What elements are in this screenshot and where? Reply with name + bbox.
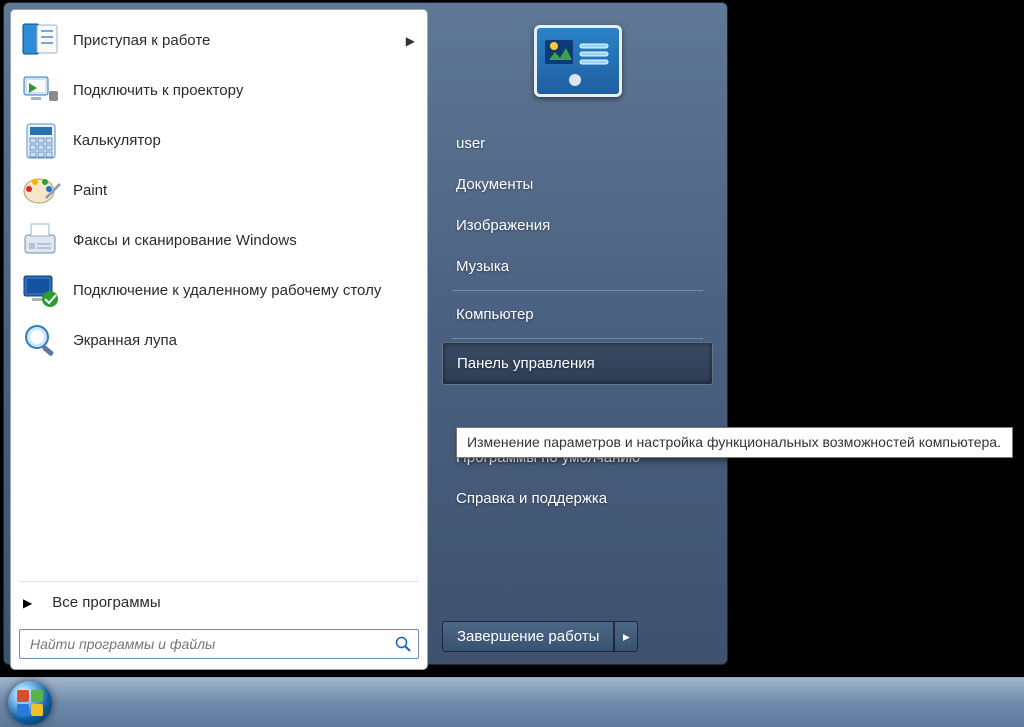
- projector-icon: [21, 71, 61, 111]
- search-input[interactable]: [19, 629, 419, 659]
- separator: [452, 290, 703, 291]
- start-button[interactable]: [8, 681, 52, 725]
- program-label: Экранная лупа: [73, 332, 415, 351]
- user-account-picture[interactable]: [534, 25, 622, 97]
- program-getting-started[interactable]: Приступая к работе ▶: [15, 16, 423, 66]
- tooltip: Изменение параметров и настройка функцио…: [456, 427, 1013, 458]
- submenu-arrow-icon: ▶: [406, 34, 415, 48]
- pictures-link[interactable]: Изображения: [442, 205, 713, 246]
- left-pane: Приступая к работе ▶ Подключить к проект…: [10, 9, 428, 670]
- program-label: Paint: [73, 182, 415, 201]
- remote-desktop-icon: [21, 271, 61, 311]
- program-label: Подключить к проектору: [73, 82, 415, 101]
- program-label: Калькулятор: [73, 132, 415, 151]
- program-label: Подключение к удаленному рабочему столу: [73, 282, 415, 301]
- search-icon: [395, 636, 411, 652]
- fax-scan-icon: [21, 221, 61, 261]
- programs-list: Приступая к работе ▶ Подключить к проект…: [11, 10, 427, 579]
- getting-started-icon: [21, 21, 61, 61]
- separator: [19, 581, 419, 582]
- search-panel: [11, 621, 427, 669]
- shutdown-options-button[interactable]: ▸: [614, 621, 638, 652]
- right-pane: user Документы Изображения Музыка Компью…: [428, 3, 727, 664]
- program-label: Факсы и сканирование Windows: [73, 232, 415, 251]
- program-magnifier[interactable]: Экранная лупа: [15, 316, 423, 366]
- control-panel-link[interactable]: Панель управления: [442, 342, 713, 385]
- program-fax-scan[interactable]: Факсы и сканирование Windows: [15, 216, 423, 266]
- tooltip-text: Изменение параметров и настройка функцио…: [467, 434, 1001, 450]
- separator: [452, 338, 703, 339]
- user-folder-link[interactable]: user: [442, 123, 713, 164]
- help-support-link[interactable]: Справка и поддержка: [442, 478, 713, 519]
- taskbar: [0, 677, 1024, 727]
- computer-link[interactable]: Компьютер: [442, 294, 713, 335]
- calculator-icon: [21, 121, 61, 161]
- magnifier-icon: [21, 321, 61, 361]
- shutdown-button[interactable]: Завершение работы: [442, 621, 614, 652]
- program-rdc[interactable]: Подключение к удаленному рабочему столу: [15, 266, 423, 316]
- paint-icon: [21, 171, 61, 211]
- expand-arrow-icon: ▶: [23, 596, 32, 610]
- program-paint[interactable]: Paint: [15, 166, 423, 216]
- all-programs-label: Все программы: [52, 594, 160, 611]
- documents-link[interactable]: Документы: [442, 164, 713, 205]
- program-calculator[interactable]: Калькулятор: [15, 116, 423, 166]
- start-menu: Приступая к работе ▶ Подключить к проект…: [3, 2, 728, 665]
- chevron-right-icon: ▸: [623, 629, 630, 645]
- music-link[interactable]: Музыка: [442, 246, 713, 287]
- windows-logo-icon: [16, 689, 44, 717]
- shutdown-group: Завершение работы ▸: [442, 621, 713, 652]
- program-projector[interactable]: Подключить к проектору: [15, 66, 423, 116]
- program-label: Приступая к работе: [73, 32, 394, 51]
- all-programs[interactable]: ▶ Все программы: [11, 584, 427, 621]
